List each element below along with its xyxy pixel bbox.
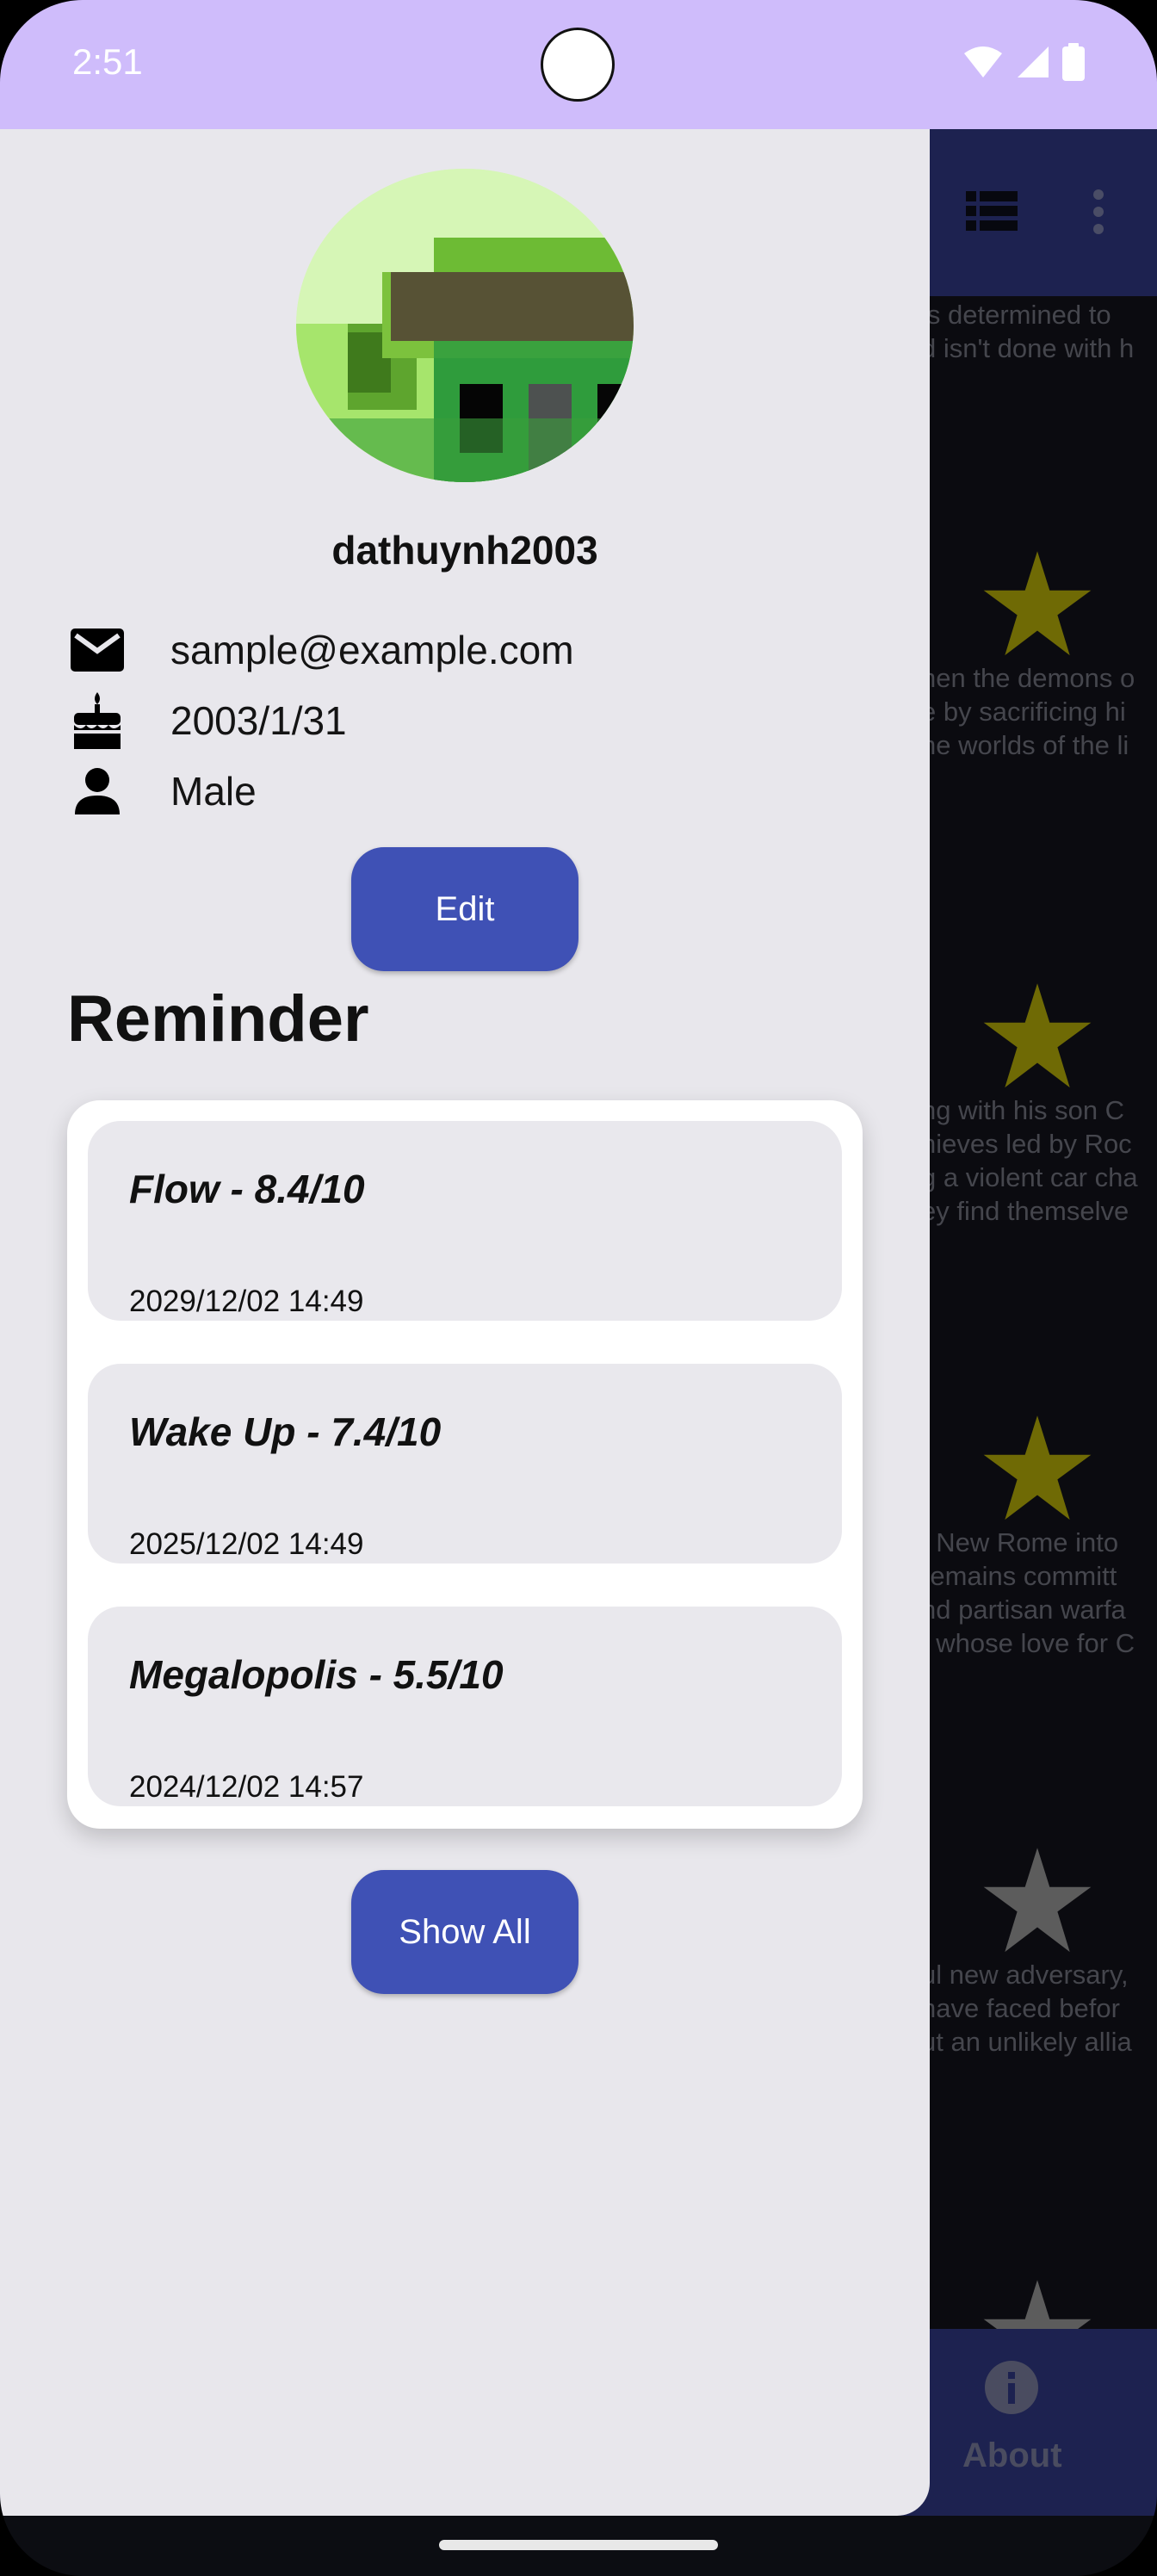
status-bar: 2:51 [0,0,1157,129]
username: dathuynh2003 [331,528,598,573]
gender-value: Male [170,769,257,814]
wifi-icon [964,46,1002,77]
info-icon[interactable] [983,2359,1040,2416]
reminder-title: Flow - 8.4/10 [129,1167,365,1211]
phone-screen: 2:51 is determined to d isn't done with … [0,0,1157,2576]
birthday-value: 2003/1/31 [170,698,347,743]
star-icon [983,1415,1092,1520]
email-row: sample@example.com [69,620,574,680]
gesture-nav-handle[interactable] [439,2540,718,2550]
view-list-icon[interactable] [966,189,1018,232]
reminder-date: 2024/12/02 14:57 [129,1770,364,1804]
star-icon [983,983,1092,1088]
reminder-title: Megalopolis - 5.5/10 [129,1652,504,1697]
reminder-date: 2025/12/02 14:49 [129,1527,364,1561]
reminder-title: Wake Up - 7.4/10 [129,1409,442,1454]
reminder-item[interactable]: Wake Up - 7.4/10 2025/12/02 14:49 [88,1364,842,1564]
birthday-row: 2003/1/31 [69,690,347,751]
background-overview-2: nen the demons o e by sacrificing hi he … [921,663,1135,760]
reminder-item[interactable]: Flow - 8.4/10 2029/12/02 14:49 [88,1121,842,1321]
camera-cutout [541,28,615,102]
show-all-button[interactable]: Show All [351,1870,578,1994]
background-overview-4: f New Rome into remains committ nd parti… [921,1527,1135,1658]
status-time: 2:51 [72,41,143,82]
more-vert-icon[interactable] [1090,188,1107,236]
star-icon [983,551,1092,656]
reminder-list: Flow - 8.4/10 2029/12/02 14:49 Wake Up -… [67,1100,863,1829]
cake-icon [69,692,126,749]
email-value: sample@example.com [170,628,574,672]
reminder-date: 2029/12/02 14:49 [129,1285,364,1318]
star-icon [983,1848,1092,1953]
status-icons [962,43,1085,81]
edit-profile-button[interactable]: Edit [351,847,578,971]
about-nav-label[interactable]: About [962,2437,1062,2475]
battery-icon [1062,43,1085,81]
gender-row: Male [69,761,257,821]
email-icon [69,622,126,678]
pixel-avatar-icon [296,169,634,482]
reminder-item[interactable]: Megalopolis - 5.5/10 2024/12/02 14:57 [88,1607,842,1806]
navigation-drawer: dathuynh2003 sample@example.com 2003/1/3… [0,129,930,2516]
reminder-heading: Reminder [67,982,369,1056]
signal-icon [1018,46,1049,77]
background-overview-3: ng with his son C hieves led by Roc g a … [921,1095,1138,1226]
background-overview-1: is determined to d isn't done with h [921,300,1135,363]
background-overview-5: ul new adversary, have faced befor ut an… [921,1960,1132,2057]
person-icon [69,763,126,820]
